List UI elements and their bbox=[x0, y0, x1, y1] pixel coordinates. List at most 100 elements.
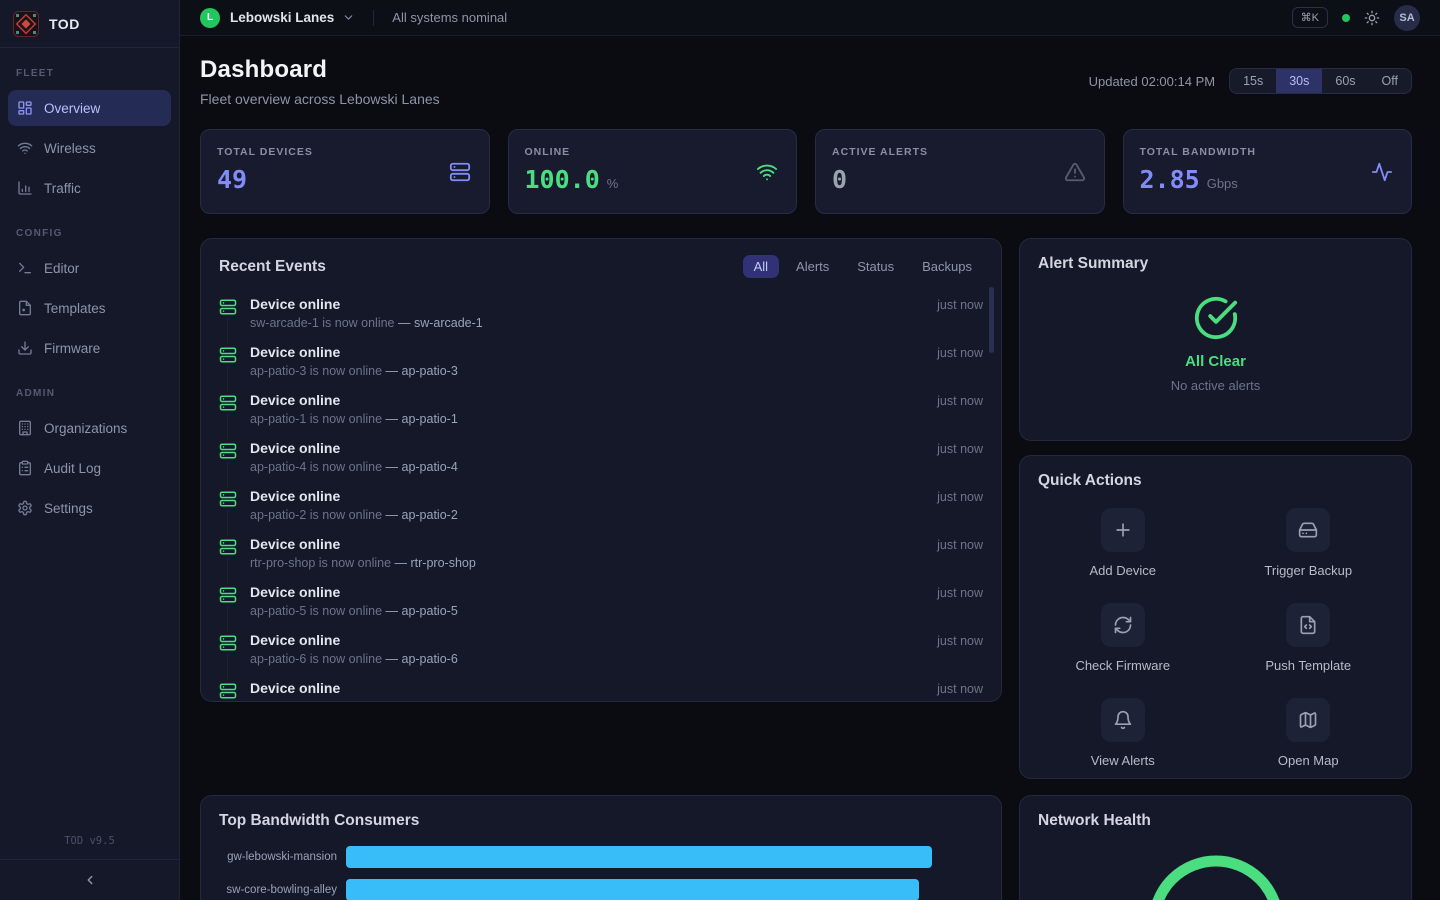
sidebar-collapse-button[interactable] bbox=[0, 860, 179, 900]
tab-status[interactable]: Status bbox=[846, 255, 905, 278]
sidebar-item-label: Traffic bbox=[44, 181, 81, 196]
sidebar-item-overview[interactable]: Overview bbox=[8, 90, 171, 126]
event-detail: sw-arcade-1 is now online bbox=[250, 316, 395, 330]
sidebar-item-label: Settings bbox=[44, 501, 93, 516]
sidebar-item-organizations[interactable]: Organizations bbox=[8, 410, 171, 446]
event-timestamp: just now bbox=[937, 632, 983, 674]
nav-section-config: CONFIG bbox=[0, 208, 179, 248]
event-title: Device online bbox=[250, 536, 924, 552]
event-row: Device online just now bbox=[219, 674, 983, 702]
event-title: Device online bbox=[250, 440, 924, 456]
event-timestamp: just now bbox=[937, 488, 983, 530]
stat-card-active-alerts: ACTIVE ALERTS 0 bbox=[815, 129, 1105, 214]
event-device-name: — ap-patio-1 bbox=[386, 412, 458, 426]
event-detail: ap-patio-4 is now online bbox=[250, 460, 382, 474]
event-detail: ap-patio-5 is now online bbox=[250, 604, 382, 618]
interval-60s-button[interactable]: 60s bbox=[1322, 69, 1368, 93]
sidebar-item-label: Wireless bbox=[44, 141, 96, 156]
sidebar-item-templates[interactable]: Templates bbox=[8, 290, 171, 326]
dashboard-content: Dashboard Fleet overview across Lebowski… bbox=[180, 36, 1440, 900]
sidebar: TOD FLEET Overview Wireless Traffic CONF… bbox=[0, 0, 180, 900]
alert-status-text: All Clear bbox=[1185, 353, 1246, 370]
server-icon bbox=[219, 440, 237, 462]
server-icon bbox=[219, 392, 237, 414]
event-timestamp: just now bbox=[937, 296, 983, 338]
event-title: Device online bbox=[250, 296, 924, 312]
bandwidth-row: sw-core-bowling-alley bbox=[219, 879, 983, 900]
stat-card-total-bandwidth: TOTAL BANDWIDTH 2.85Gbps bbox=[1123, 129, 1413, 214]
event-timestamp: just now bbox=[937, 440, 983, 482]
sidebar-item-editor[interactable]: Editor bbox=[8, 250, 171, 286]
app-logo-row: TOD bbox=[0, 0, 179, 48]
tab-alerts[interactable]: Alerts bbox=[785, 255, 840, 278]
tab-backups[interactable]: Backups bbox=[911, 255, 983, 278]
stat-label: TOTAL DEVICES bbox=[217, 146, 473, 158]
chevron-down-icon[interactable] bbox=[342, 11, 355, 24]
stat-value: 49 bbox=[217, 165, 247, 194]
nav-section-admin: ADMIN bbox=[0, 368, 179, 408]
event-row: Device online ap-patio-6 is now online —… bbox=[219, 626, 983, 674]
sun-icon[interactable] bbox=[1364, 10, 1380, 26]
push-template-button[interactable]: Push Template bbox=[1216, 603, 1402, 673]
nav-section-fleet: FLEET bbox=[0, 48, 179, 88]
interval-off-button[interactable]: Off bbox=[1369, 69, 1411, 93]
tab-all[interactable]: All bbox=[743, 255, 779, 278]
terminal-icon bbox=[17, 260, 33, 276]
network-health-title: Network Health bbox=[1038, 812, 1151, 830]
plus-icon bbox=[1113, 520, 1133, 540]
event-row: Device online ap-patio-1 is now online —… bbox=[219, 386, 983, 434]
bandwidth-bar bbox=[346, 846, 932, 868]
org-selector[interactable]: Lebowski Lanes bbox=[230, 10, 334, 25]
command-palette-button[interactable]: ⌘K bbox=[1292, 7, 1328, 28]
file-icon bbox=[17, 300, 33, 316]
check-firmware-button[interactable]: Check Firmware bbox=[1030, 603, 1216, 673]
event-timestamp: just now bbox=[937, 584, 983, 626]
sidebar-item-label: Overview bbox=[44, 101, 100, 116]
event-device-name: — ap-patio-6 bbox=[386, 652, 458, 666]
quick-actions-panel: Quick Actions Add Device Trigger Backup bbox=[1019, 455, 1412, 779]
event-timestamp: just now bbox=[937, 392, 983, 434]
open-map-button[interactable]: Open Map bbox=[1216, 698, 1402, 768]
clipboard-icon bbox=[17, 460, 33, 476]
event-timestamp: just now bbox=[937, 344, 983, 386]
sidebar-item-audit-log[interactable]: Audit Log bbox=[8, 450, 171, 486]
server-icon bbox=[219, 344, 237, 366]
event-list: Device online sw-arcade-1 is now online … bbox=[201, 290, 1001, 702]
bandwidth-bar bbox=[346, 879, 919, 900]
event-row: Device online ap-patio-4 is now online —… bbox=[219, 434, 983, 482]
event-detail: ap-patio-3 is now online bbox=[250, 364, 382, 378]
event-title: Device online bbox=[250, 392, 924, 408]
sidebar-item-label: Audit Log bbox=[44, 461, 101, 476]
stat-label: ACTIVE ALERTS bbox=[832, 146, 1088, 158]
sidebar-item-wireless[interactable]: Wireless bbox=[8, 130, 171, 166]
server-icon bbox=[219, 536, 237, 558]
event-detail: rtr-pro-shop is now online bbox=[250, 556, 391, 570]
recent-events-panel: Recent Events All Alerts Status Backups bbox=[200, 238, 1002, 702]
events-scrollbar-thumb[interactable] bbox=[989, 287, 994, 353]
topbar: L Lebowski Lanes All systems nominal ⌘K … bbox=[180, 0, 1440, 36]
interval-15s-button[interactable]: 15s bbox=[1230, 69, 1276, 93]
server-icon bbox=[449, 161, 471, 183]
bar-chart-icon bbox=[17, 180, 33, 196]
sidebar-item-firmware[interactable]: Firmware bbox=[8, 330, 171, 366]
event-title: Device online bbox=[250, 344, 924, 360]
sidebar-item-settings[interactable]: Settings bbox=[8, 490, 171, 526]
alert-detail-text: No active alerts bbox=[1171, 378, 1261, 393]
stat-unit: Gbps bbox=[1207, 176, 1238, 191]
view-alerts-button[interactable]: View Alerts bbox=[1030, 698, 1216, 768]
trigger-backup-button[interactable]: Trigger Backup bbox=[1216, 508, 1402, 578]
interval-30s-button[interactable]: 30s bbox=[1276, 69, 1322, 93]
sidebar-item-traffic[interactable]: Traffic bbox=[8, 170, 171, 206]
server-icon bbox=[219, 488, 237, 510]
connection-status-dot bbox=[1342, 14, 1350, 22]
user-avatar[interactable]: SA bbox=[1394, 5, 1420, 31]
event-device-name: — ap-patio-5 bbox=[386, 604, 458, 618]
refresh-interval-group: 15s 30s 60s Off bbox=[1229, 68, 1412, 94]
event-row: Device online ap-patio-5 is now online —… bbox=[219, 578, 983, 626]
network-health-gauge: 100 bbox=[1020, 842, 1411, 900]
recent-events-title: Recent Events bbox=[219, 258, 326, 276]
stat-label: TOTAL BANDWIDTH bbox=[1140, 146, 1396, 158]
event-timestamp: just now bbox=[937, 680, 983, 702]
add-device-button[interactable]: Add Device bbox=[1030, 508, 1216, 578]
gear-icon bbox=[17, 500, 33, 516]
